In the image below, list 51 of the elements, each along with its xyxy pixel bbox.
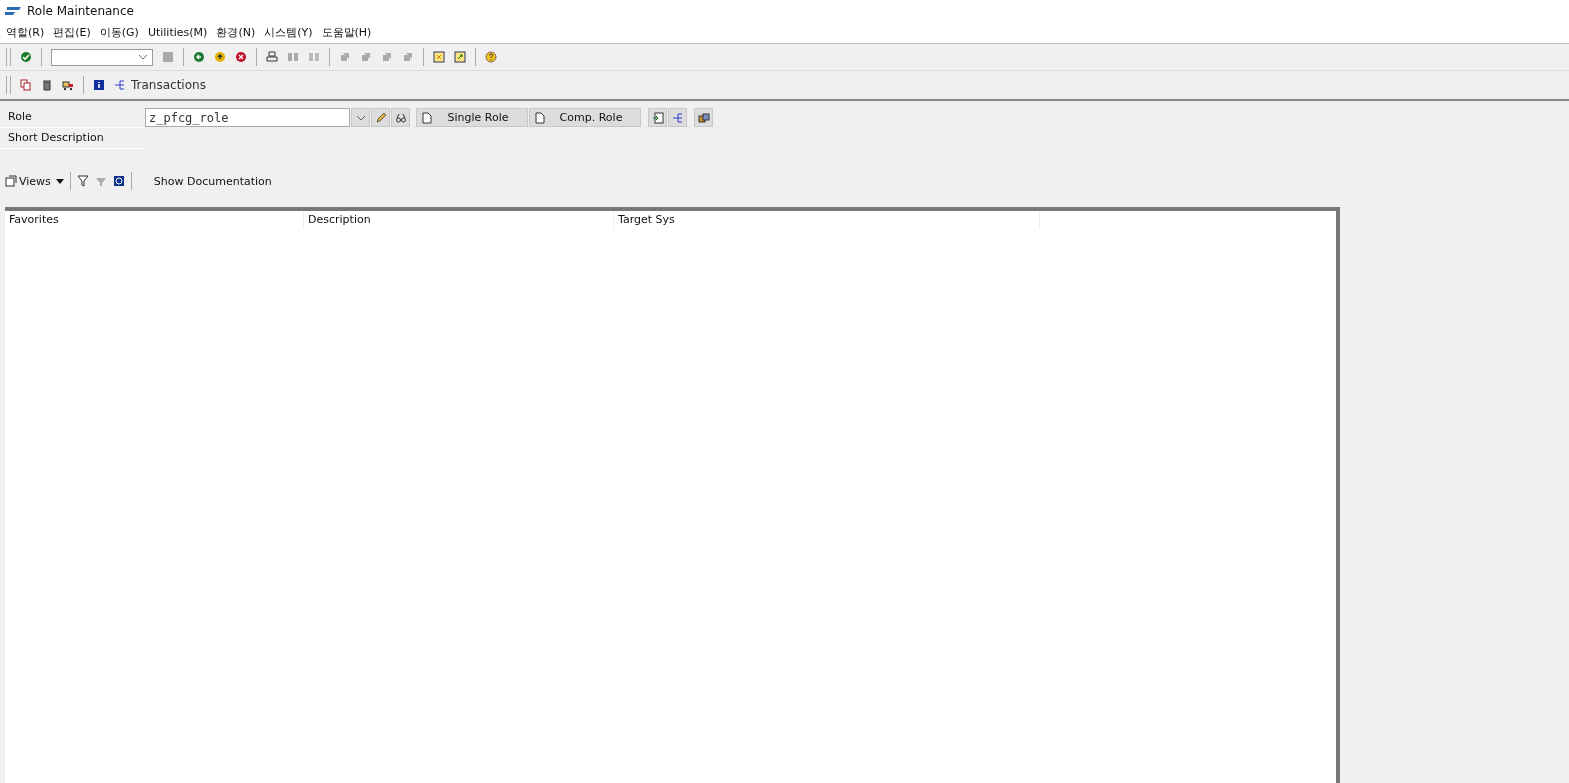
glasses-button[interactable] <box>391 108 410 127</box>
pencil-icon <box>374 111 387 124</box>
menu-item[interactable]: 환경(N) <box>216 25 256 40</box>
role-type-button[interactable]: Comp. Role <box>529 108 641 127</box>
views-icon <box>5 175 17 187</box>
role-input-field[interactable]: z_pfcg_role <box>145 108 350 127</box>
transactions-button[interactable]: Transactions <box>131 78 206 92</box>
pencil-button[interactable] <box>371 108 390 127</box>
hierarchy-icon[interactable] <box>114 79 126 91</box>
help-icon[interactable] <box>485 51 497 63</box>
hierarchy-icon <box>671 111 684 124</box>
column-header[interactable]: Target Sys <box>614 211 1040 229</box>
back-icon[interactable] <box>193 51 205 63</box>
print-icon[interactable] <box>266 51 278 63</box>
dropdown-button[interactable] <box>351 108 370 127</box>
menu-item[interactable]: Utilities(M) <box>147 26 208 39</box>
chevron-down-icon <box>138 54 148 60</box>
refresh-icon[interactable] <box>112 175 125 187</box>
glasses-icon <box>394 111 407 124</box>
exit-icon[interactable] <box>214 51 226 63</box>
caret-icon <box>55 178 64 184</box>
cubes-icon <box>697 111 710 124</box>
app-logo-icon <box>5 7 21 15</box>
filter-icon[interactable] <box>76 175 89 187</box>
cancel-icon[interactable] <box>235 51 247 63</box>
shortcut-icon[interactable] <box>454 51 466 63</box>
menu-item[interactable]: 이동(G) <box>99 25 139 40</box>
cubes-button[interactable] <box>694 108 713 127</box>
info-icon[interactable] <box>93 79 105 91</box>
menu-item[interactable]: 시스템(Y) <box>264 25 313 40</box>
filter-off-icon <box>94 175 107 187</box>
truck-icon[interactable] <box>62 79 74 91</box>
trash-icon[interactable] <box>41 79 53 91</box>
document-icon <box>534 111 546 124</box>
window-title: Role Maintenance <box>27 4 134 18</box>
copy-icon[interactable] <box>20 79 32 91</box>
import-button[interactable] <box>648 108 667 127</box>
import-icon <box>651 111 664 124</box>
show-documentation-button[interactable]: Show Documentation <box>147 173 278 189</box>
menu-item[interactable]: 도움말(H) <box>321 25 372 40</box>
document-icon <box>421 111 433 124</box>
column-header[interactable]: Description <box>304 211 614 229</box>
views-menu-button[interactable]: Views <box>5 174 64 188</box>
role-type-button[interactable]: Single Role <box>416 108 528 127</box>
chevron-down-icon <box>355 114 366 121</box>
column-header[interactable]: Favorites <box>5 211 304 229</box>
menu-item[interactable]: 역할(R) <box>6 25 45 40</box>
short-description-label: Short Description <box>0 128 145 149</box>
command-field[interactable] <box>51 48 153 66</box>
menu-item[interactable]: 편집(E) <box>53 25 91 40</box>
enter-check-icon[interactable] <box>20 51 32 63</box>
